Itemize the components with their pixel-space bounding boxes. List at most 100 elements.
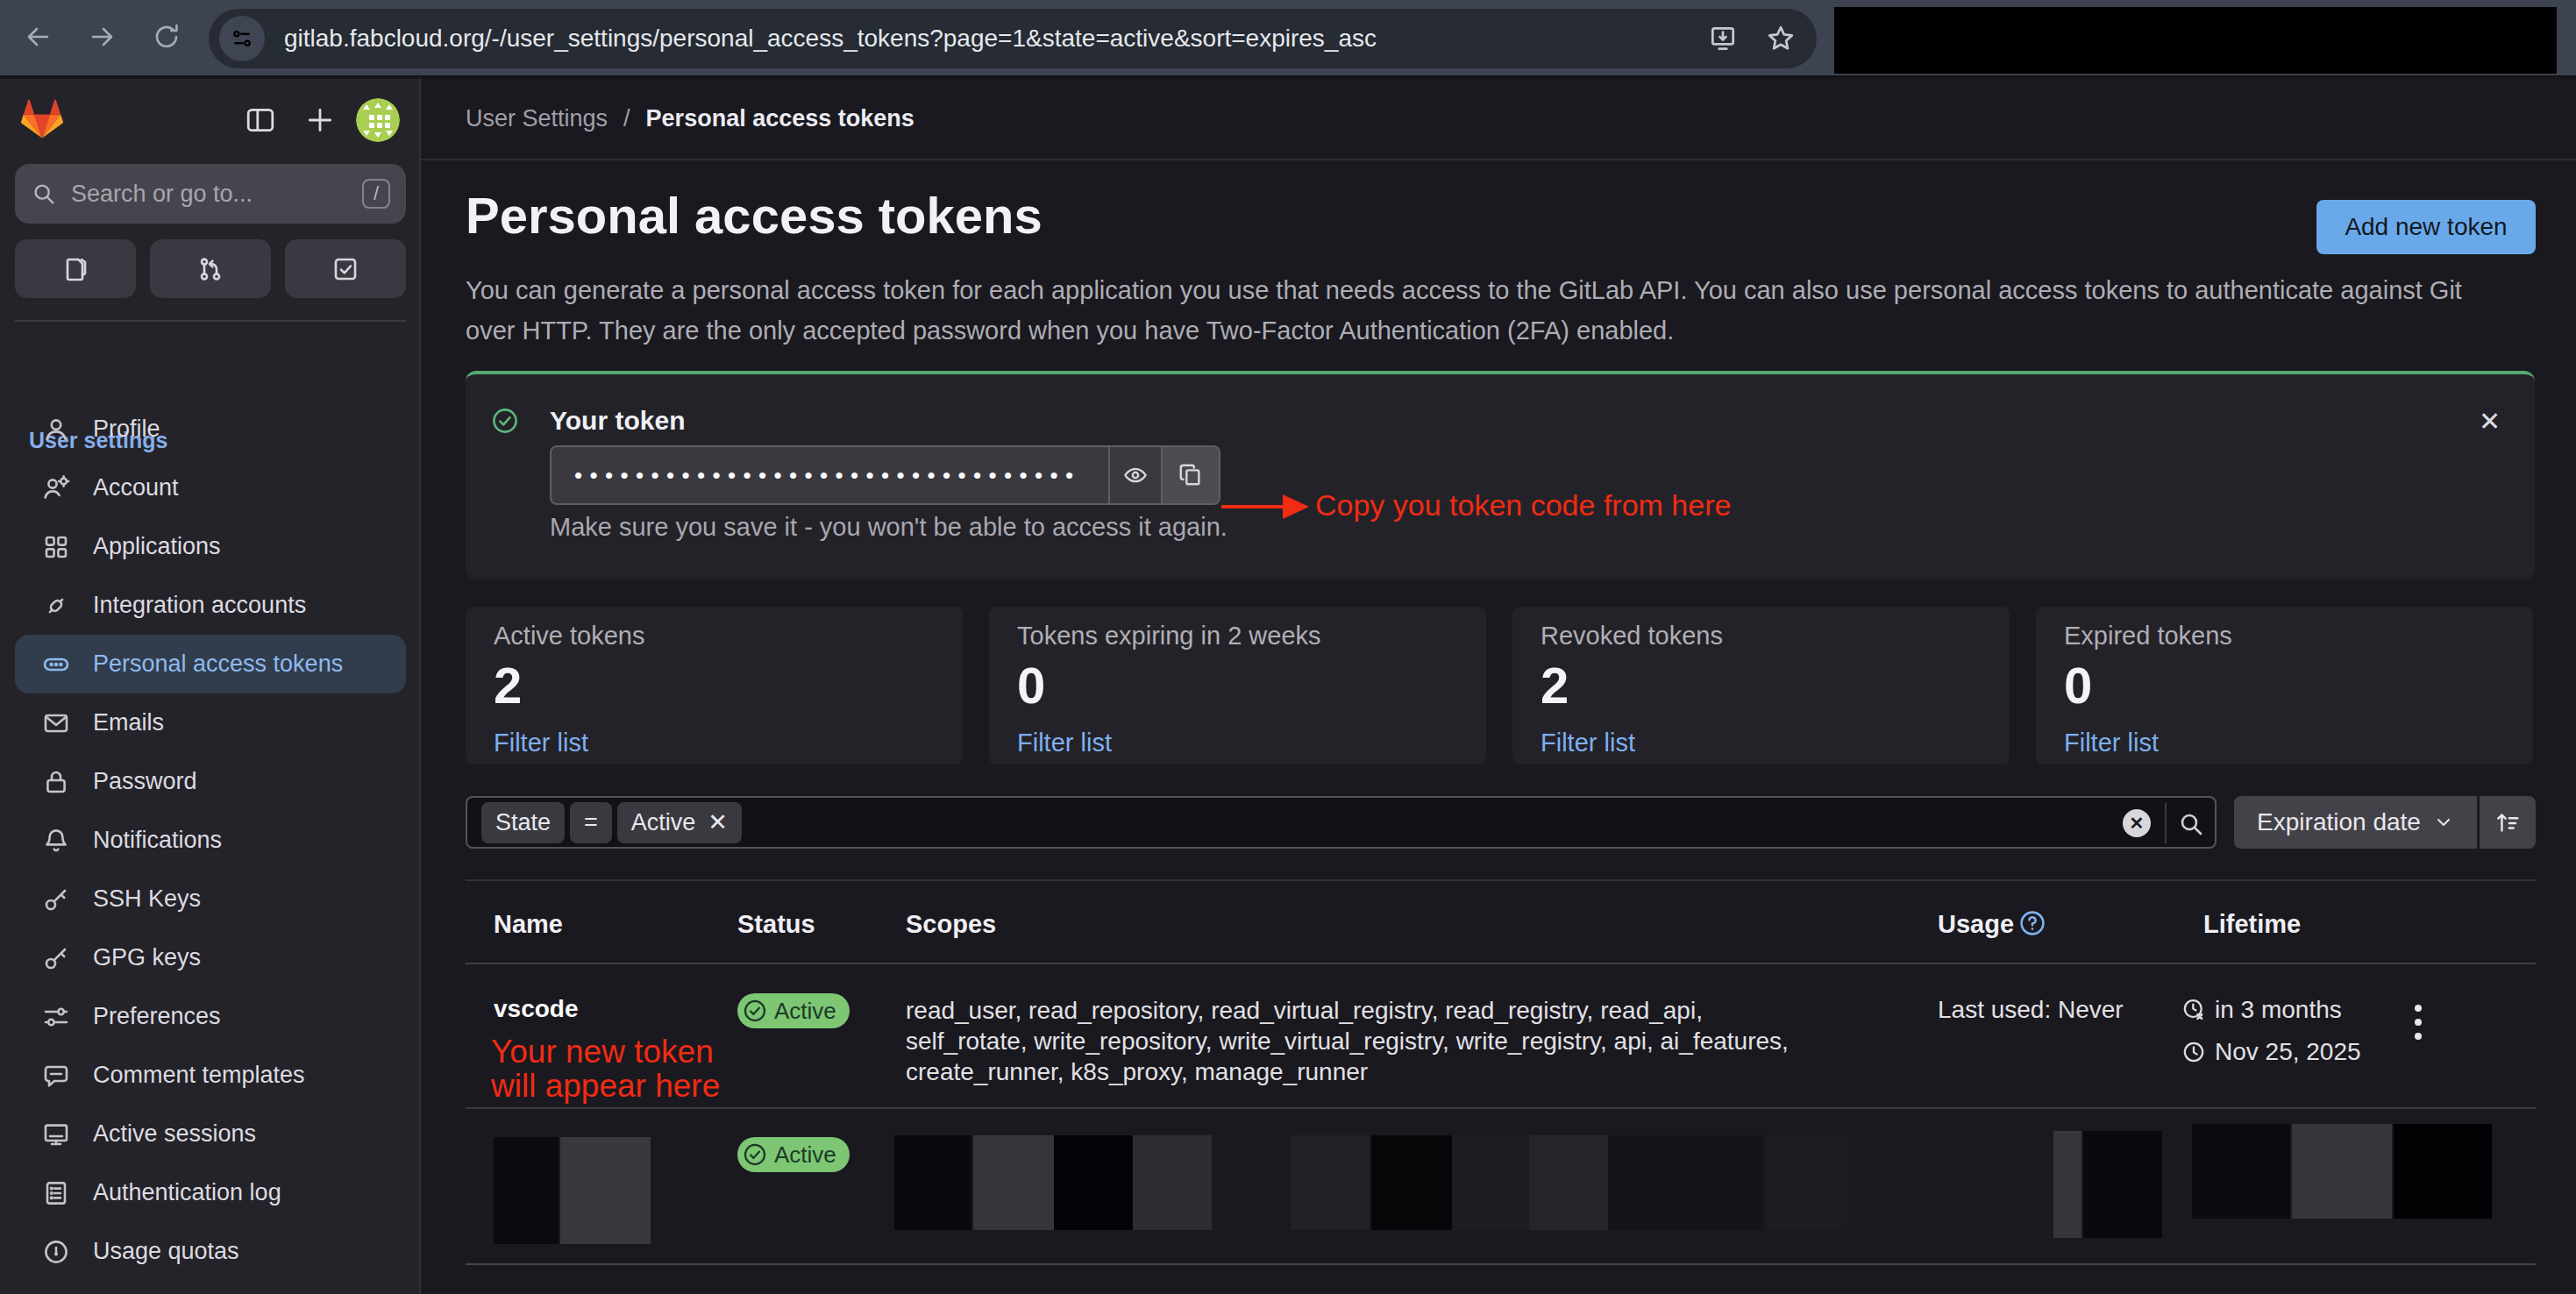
sidebar-item-preferences[interactable]: Preferences bbox=[15, 987, 406, 1046]
sidebar: Search or go to... / User settings Profi… bbox=[0, 79, 421, 1294]
copy-token-button[interactable] bbox=[1163, 445, 1220, 505]
sidebar-item-applications[interactable]: Applications bbox=[15, 517, 406, 576]
token-alert: Your token •••••••••••••••••••••••••••••… bbox=[466, 371, 2535, 579]
token-lifetime: in 3 months Nov 25, 2025 bbox=[2181, 992, 2361, 1070]
back-icon[interactable] bbox=[25, 23, 53, 51]
filtered-search-input[interactable]: State = Active ✕ ✕ bbox=[466, 796, 2217, 849]
bell-icon bbox=[42, 827, 70, 855]
redacted-block bbox=[2083, 1131, 2162, 1238]
status-badge: Active bbox=[737, 993, 850, 1028]
stat-card-active: Active tokens 2 Filter list bbox=[466, 607, 963, 764]
issues-button[interactable] bbox=[15, 239, 136, 298]
col-header-status: Status bbox=[737, 910, 815, 939]
filter-list-link[interactable]: Filter list bbox=[1541, 729, 1982, 757]
bookmark-star-icon[interactable] bbox=[1766, 24, 1796, 53]
redacted-region bbox=[1834, 7, 2557, 74]
screen: gitlab.fabcloud.org/-/user_settings/pers… bbox=[0, 0, 2576, 1294]
sidebar-item-comment-templates[interactable]: Comment templates bbox=[15, 1046, 406, 1105]
filter-chip-operator[interactable]: = bbox=[570, 802, 612, 843]
account-icon bbox=[42, 474, 70, 502]
token-value-field[interactable]: ••••••••••••••••••••••••••••••••• bbox=[550, 445, 1110, 505]
stat-card-revoked: Revoked tokens 2 Filter list bbox=[1512, 607, 2010, 764]
sidebar-item-password[interactable]: Password bbox=[15, 752, 406, 811]
sidebar-item-usage-quotas[interactable]: Usage quotas bbox=[15, 1222, 406, 1281]
redacted-block bbox=[1768, 1135, 1847, 1230]
install-icon[interactable] bbox=[1708, 24, 1738, 53]
sidebar-item-gpg-keys[interactable]: GPG keys bbox=[15, 928, 406, 987]
sort-ascending-icon bbox=[2494, 809, 2521, 835]
stat-card-expired: Expired tokens 0 Filter list bbox=[2036, 607, 2533, 764]
sort-dropdown-button[interactable]: Expiration date bbox=[2234, 796, 2477, 849]
clear-filter-icon[interactable]: ✕ bbox=[2123, 809, 2151, 837]
redacted-block bbox=[1452, 1135, 1529, 1230]
check-circle-icon bbox=[743, 1142, 767, 1167]
sidebar-item-authentication-log[interactable]: Authentication log bbox=[15, 1163, 406, 1222]
check-circle-icon bbox=[491, 407, 519, 435]
col-header-usage: Usage bbox=[1938, 910, 2014, 939]
merge-requests-button[interactable] bbox=[150, 239, 271, 298]
sort-direction-button[interactable] bbox=[2480, 796, 2536, 849]
breadcrumb-parent[interactable]: User Settings bbox=[466, 105, 608, 132]
redacted-block bbox=[973, 1135, 1054, 1230]
filter-list-link[interactable]: Filter list bbox=[1017, 729, 1458, 757]
main-content: User Settings / Personal access tokens P… bbox=[421, 79, 2576, 1294]
close-icon[interactable]: ✕ bbox=[2479, 406, 2501, 437]
filter-list-link[interactable]: Filter list bbox=[2064, 729, 2505, 757]
redacted-block bbox=[894, 1135, 971, 1230]
url-text[interactable]: gitlab.fabcloud.org/-/user_settings/pers… bbox=[284, 25, 1377, 53]
reveal-token-button[interactable] bbox=[1110, 445, 1163, 505]
breadcrumb-bar: User Settings / Personal access tokens bbox=[421, 79, 2576, 160]
add-new-token-button[interactable]: Add new token bbox=[2316, 200, 2536, 254]
col-header-name: Name bbox=[494, 910, 563, 939]
sidebar-item-active-sessions[interactable]: Active sessions bbox=[15, 1105, 406, 1163]
profile-icon bbox=[42, 416, 70, 444]
avatar[interactable] bbox=[356, 98, 400, 142]
token-name: vscode bbox=[494, 995, 579, 1023]
chevron-down-icon bbox=[2433, 812, 2454, 833]
todo-button[interactable] bbox=[285, 239, 406, 298]
forward-icon[interactable] bbox=[88, 23, 116, 51]
token-scopes: read_user, read_repository, read_virtual… bbox=[906, 995, 1789, 1087]
sidebar-item-ssh-keys[interactable]: SSH Keys bbox=[15, 870, 406, 928]
lock-icon bbox=[42, 768, 70, 796]
filter-chip-key[interactable]: State bbox=[481, 802, 565, 843]
search-input[interactable]: Search or go to... / bbox=[15, 164, 406, 224]
sidebar-item-emails[interactable]: Emails bbox=[15, 693, 406, 752]
status-badge: Active bbox=[737, 1137, 850, 1172]
breadcrumb-separator: / bbox=[623, 105, 630, 132]
sidebar-item-integration-accounts[interactable]: Integration accounts bbox=[15, 576, 406, 635]
applications-icon bbox=[42, 533, 70, 561]
redacted-block bbox=[494, 1137, 559, 1244]
log-icon bbox=[42, 1179, 70, 1207]
sidebar-item-notifications[interactable]: Notifications bbox=[15, 811, 406, 870]
token-usage: Last used: Never bbox=[1938, 996, 2124, 1024]
redacted-block bbox=[2053, 1131, 2081, 1238]
annotation-arrow-head bbox=[1283, 494, 1309, 519]
table-header-border bbox=[466, 963, 2536, 964]
sidebar-item-account[interactable]: Account bbox=[15, 459, 406, 517]
sidebar-toggle-icon[interactable] bbox=[246, 105, 275, 135]
gauge-icon bbox=[42, 1238, 70, 1266]
sidebar-item-personal-access-tokens[interactable]: Personal access tokens bbox=[15, 635, 406, 693]
help-question-icon[interactable] bbox=[2018, 909, 2046, 937]
plus-icon[interactable] bbox=[305, 105, 335, 135]
sidebar-item-profile[interactable]: Profile bbox=[15, 400, 406, 459]
col-header-lifetime: Lifetime bbox=[2203, 910, 2301, 939]
filter-list-link[interactable]: Filter list bbox=[494, 729, 935, 757]
redacted-block bbox=[560, 1137, 651, 1244]
filter-chip-value[interactable]: Active ✕ bbox=[617, 802, 742, 843]
address-bar[interactable]: gitlab.fabcloud.org/-/user_settings/pers… bbox=[209, 9, 1817, 68]
mail-icon bbox=[42, 709, 70, 737]
comment-icon bbox=[42, 1062, 70, 1090]
integrations-icon bbox=[42, 592, 70, 620]
reload-icon[interactable] bbox=[153, 23, 181, 51]
gitlab-logo-icon[interactable] bbox=[21, 98, 63, 140]
row-divider bbox=[466, 1263, 2536, 1265]
site-settings-icon[interactable] bbox=[219, 16, 265, 61]
filter-search-icon[interactable] bbox=[2177, 810, 2205, 838]
search-placeholder: Search or go to... bbox=[71, 181, 362, 208]
chip-close-icon[interactable]: ✕ bbox=[708, 808, 728, 836]
row-annotation: Your new token will appear here bbox=[491, 1034, 720, 1103]
row-divider bbox=[466, 1107, 2536, 1109]
row-actions-kebab-icon[interactable] bbox=[2408, 999, 2429, 1045]
